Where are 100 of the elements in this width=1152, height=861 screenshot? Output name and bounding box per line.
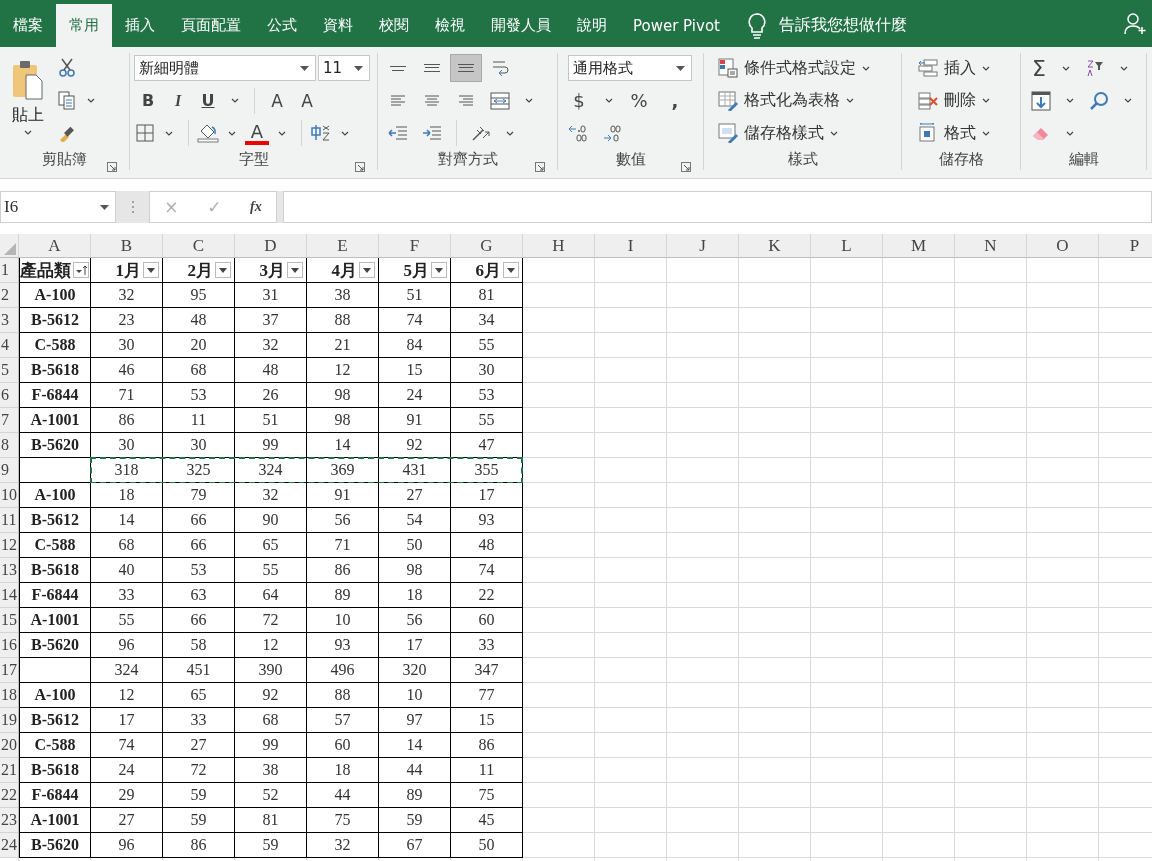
row-header[interactable]: 1 [0, 258, 19, 283]
ribbon-tab[interactable]: 校閱 [366, 4, 422, 47]
table-cell: 44 [334, 786, 351, 804]
filter-button[interactable] [215, 262, 231, 278]
tell-me-search[interactable]: 告訴我您想做什麼 [778, 4, 907, 47]
row-header[interactable]: 14 [0, 583, 19, 608]
caret-icon [982, 98, 990, 103]
column-header[interactable]: N [955, 234, 1027, 258]
number-format-field[interactable]: 通用格式 [568, 55, 692, 81]
ribbon-tab[interactable]: 檢視 [422, 4, 478, 47]
row-header[interactable]: 15 [0, 608, 19, 633]
ribbon-tab[interactable]: 開發人員 [478, 4, 564, 47]
underline-button[interactable]: U [194, 87, 222, 114]
column-header[interactable]: O [1027, 234, 1099, 258]
comma-style-button[interactable]: , [658, 87, 692, 114]
table-cell: 68 [118, 536, 135, 554]
formula-input[interactable] [283, 191, 1152, 223]
conditional-format-button[interactable]: 條件式格式設定 [708, 54, 870, 82]
insert-function-button[interactable]: fx [250, 199, 262, 215]
row-header[interactable]: 6 [0, 383, 19, 408]
row-header[interactable]: 3 [0, 308, 19, 333]
filter-button[interactable] [431, 262, 447, 278]
insert-cells-button[interactable]: 插入 [906, 54, 990, 82]
filter-button[interactable] [73, 262, 89, 278]
table-cell: 347 [474, 661, 499, 679]
table-cell: 325 [186, 461, 211, 479]
caret-icon [1066, 130, 1074, 136]
table-cell: F-6844 [31, 586, 79, 604]
sort-filter-icon [1085, 59, 1105, 77]
autosum-button[interactable]: Σ [1025, 55, 1053, 81]
filter-button[interactable] [143, 262, 159, 278]
delete-cells-button[interactable]: 刪除 [906, 86, 990, 115]
column-header[interactable]: F [379, 234, 451, 258]
column-header[interactable]: B [91, 234, 163, 258]
font-size-field[interactable]: 11 [318, 55, 370, 81]
column-header[interactable]: G [451, 234, 523, 258]
column-header[interactable]: P [1099, 234, 1152, 258]
row-header[interactable]: 17 [0, 658, 19, 683]
filter-button[interactable] [359, 262, 375, 278]
column-header[interactable]: H [523, 234, 595, 258]
row-header[interactable]: 19 [0, 708, 19, 733]
format-cells-button[interactable]: 格式 [906, 119, 990, 147]
column-header[interactable]: I [595, 234, 667, 258]
row-header[interactable]: 16 [0, 633, 19, 658]
percent-button[interactable]: % [622, 87, 656, 114]
table-cell: 92 [262, 686, 279, 704]
name-box[interactable]: I6 [0, 191, 116, 223]
ribbon-tab[interactable]: 說明 [564, 4, 620, 47]
ribbon-tab[interactable]: 公式 [254, 4, 310, 47]
header-cell-text: 3月 [259, 259, 285, 282]
table-cell: 48 [478, 536, 495, 554]
row-header[interactable]: 18 [0, 683, 19, 708]
row-header[interactable]: 5 [0, 358, 19, 383]
column-header[interactable]: M [883, 234, 955, 258]
row-header[interactable]: 9 [0, 458, 19, 483]
table-cell: 21 [334, 336, 351, 354]
row-header[interactable]: 8 [0, 433, 19, 458]
column-header[interactable]: D [235, 234, 307, 258]
cell-styles-button[interactable]: 儲存格樣式 [708, 119, 838, 147]
merge-cells-icon [490, 91, 510, 110]
row-header[interactable]: 20 [0, 733, 19, 758]
ribbon-tab[interactable]: 資料 [310, 4, 366, 47]
row-header[interactable]: 24 [0, 833, 19, 858]
row-header[interactable]: 21 [0, 758, 19, 783]
bold-button[interactable]: B [134, 87, 162, 114]
column-header[interactable]: K [739, 234, 811, 258]
row-header[interactable]: 12 [0, 533, 19, 558]
row-header[interactable]: 13 [0, 558, 19, 583]
font-color-button[interactable]: A [245, 121, 269, 145]
paste-button[interactable]: 貼上 [4, 53, 52, 148]
vertical-align-button[interactable] [450, 54, 482, 82]
italic-button[interactable]: I [164, 87, 192, 114]
font-name-field[interactable]: 新細明體 [134, 55, 316, 81]
filter-button[interactable] [503, 262, 519, 278]
row-header[interactable]: 11 [0, 508, 19, 533]
increase-font-button[interactable]: A [263, 87, 291, 114]
row-header[interactable]: 7 [0, 408, 19, 433]
table-cell: 48 [190, 311, 207, 329]
conditional-format-icon [718, 58, 738, 78]
row-header[interactable]: 4 [0, 333, 19, 358]
row-header[interactable]: 22 [0, 783, 19, 808]
decrease-font-button[interactable]: A [293, 87, 321, 114]
ribbon-tab[interactable]: 常用 [56, 4, 112, 47]
filter-button[interactable] [287, 262, 303, 278]
column-header[interactable]: L [811, 234, 883, 258]
column-header[interactable]: J [667, 234, 739, 258]
ribbon-tab[interactable]: 檔案 [0, 4, 56, 47]
ribbon-tab[interactable]: 插入 [112, 4, 168, 47]
ribbon-tab[interactable]: Power Pivot [620, 4, 733, 47]
table-cell: 68 [262, 711, 279, 729]
ribbon-tab[interactable]: 頁面配置 [168, 4, 254, 47]
row-header[interactable]: 23 [0, 808, 19, 833]
header-cell-text: 2月 [187, 259, 213, 282]
format-as-table-button[interactable]: 格式化為表格 [708, 86, 854, 115]
column-header[interactable]: A [19, 234, 91, 258]
currency-button[interactable]: $ [562, 87, 596, 114]
row-header[interactable]: 10 [0, 483, 19, 508]
column-header[interactable]: E [307, 234, 379, 258]
column-header[interactable]: C [163, 234, 235, 258]
row-header[interactable]: 2 [0, 283, 19, 308]
